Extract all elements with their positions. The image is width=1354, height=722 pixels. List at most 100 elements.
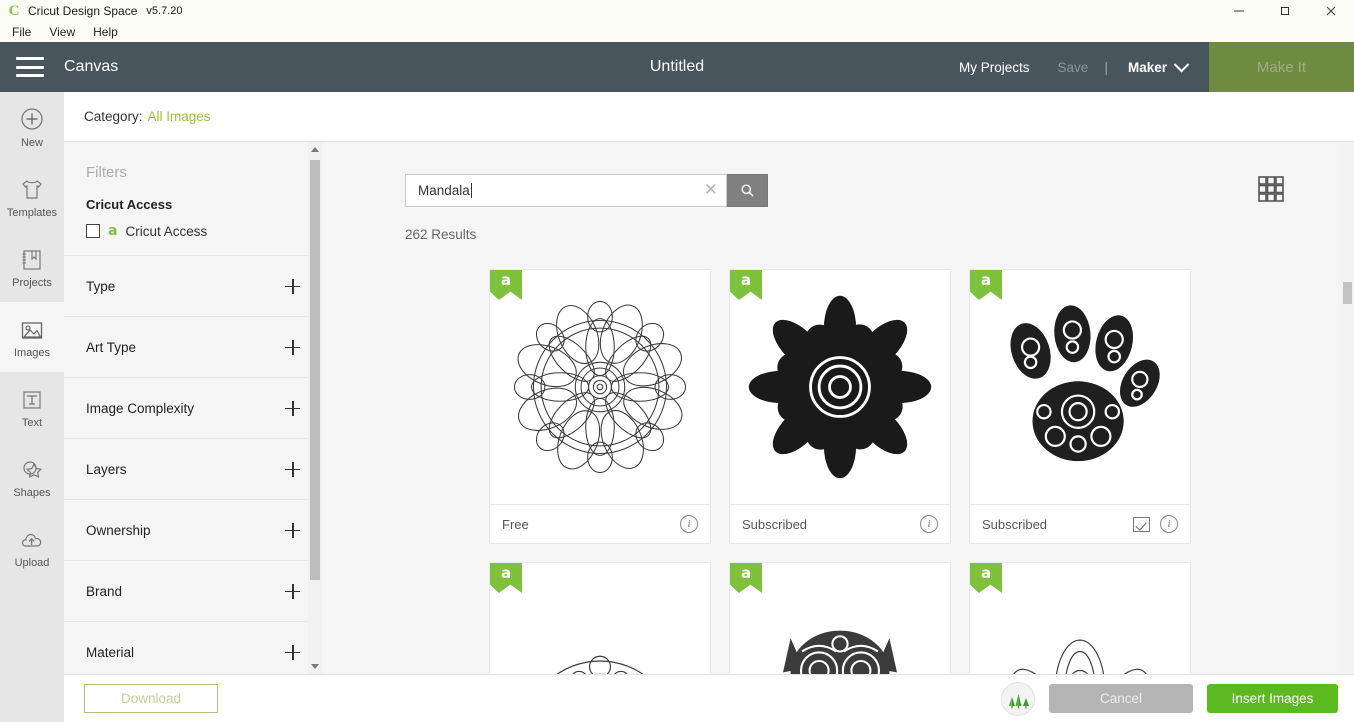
sidebar-item-upload[interactable]: Upload bbox=[0, 512, 64, 582]
image-thumbnail[interactable] bbox=[490, 563, 710, 674]
image-card-footer: Subscribed i bbox=[730, 504, 950, 543]
minimize-icon[interactable] bbox=[1216, 0, 1262, 22]
plus-icon[interactable] bbox=[285, 522, 300, 538]
mandala-bold-flower-art bbox=[748, 295, 932, 479]
sidebar-item-images[interactable]: Images bbox=[0, 302, 64, 372]
save-button[interactable]: Save bbox=[1044, 60, 1103, 75]
plus-icon[interactable] bbox=[285, 644, 300, 660]
sidebar-item-text[interactable]: Text bbox=[0, 372, 64, 442]
footer-bar: Download Cancel Insert Images bbox=[64, 674, 1354, 722]
filter-group-ownership[interactable]: Ownership bbox=[64, 500, 322, 561]
canvas-label[interactable]: Canvas bbox=[64, 58, 118, 76]
image-card[interactable]: a bbox=[729, 562, 951, 674]
filter-group-material[interactable]: Material bbox=[64, 622, 322, 674]
sidebar-item-label: New bbox=[20, 136, 43, 149]
sidebar-item-shapes[interactable]: Shapes bbox=[0, 442, 64, 512]
scroll-arrow-up-icon[interactable] bbox=[311, 147, 319, 152]
image-thumbnail[interactable] bbox=[970, 270, 1190, 504]
filter-group-brand[interactable]: Brand bbox=[64, 561, 322, 622]
image-thumbnail[interactable] bbox=[970, 563, 1190, 674]
status-badge: Free bbox=[502, 516, 529, 532]
insert-images-button[interactable]: Insert Images bbox=[1207, 684, 1338, 713]
plus-icon[interactable] bbox=[285, 339, 300, 355]
filter-group-label: Brand bbox=[86, 583, 123, 599]
filters-scrollbar[interactable] bbox=[308, 142, 322, 674]
image-card[interactable]: a bbox=[969, 269, 1191, 544]
close-x-icon[interactable]: ✕ bbox=[704, 182, 718, 199]
filters-scrollbar-thumb[interactable] bbox=[310, 160, 320, 580]
selected-image-thumbnail[interactable] bbox=[1001, 681, 1035, 716]
sidebar-item-projects[interactable]: Projects bbox=[0, 232, 64, 302]
image-card[interactable]: a bbox=[489, 562, 711, 674]
plus-icon[interactable] bbox=[285, 278, 300, 294]
sidebar-item-templates[interactable]: Templates bbox=[0, 162, 64, 232]
search-input[interactable]: Mandala ✕ bbox=[405, 174, 727, 207]
image-card[interactable]: a bbox=[489, 269, 711, 544]
info-icon[interactable]: i bbox=[680, 515, 698, 533]
cricut-access-checkbox-row[interactable]: a Cricut Access bbox=[86, 223, 300, 239]
menu-view[interactable]: View bbox=[41, 23, 83, 41]
search-row: Mandala ✕ bbox=[405, 174, 768, 207]
download-button[interactable]: Download bbox=[84, 684, 218, 713]
header-actions: My Projects Save | Maker Make It bbox=[945, 42, 1354, 92]
image-thumbnail[interactable] bbox=[730, 563, 950, 674]
menu-file[interactable]: File bbox=[4, 23, 39, 41]
image-card[interactable]: a bbox=[729, 269, 951, 544]
mandala-petal-art bbox=[1011, 639, 1149, 674]
menu-bar: File View Help bbox=[0, 22, 1354, 42]
machine-label: Maker bbox=[1127, 59, 1167, 75]
filters-panel: Filters Cricut Access a Cricut Access Ty… bbox=[64, 142, 322, 674]
info-icon[interactable]: i bbox=[920, 515, 938, 533]
filter-group-label: Type bbox=[86, 278, 116, 294]
filter-group-label: Layers bbox=[86, 461, 127, 477]
image-card-footer: Free i bbox=[490, 504, 710, 543]
image-thumbnail[interactable] bbox=[490, 270, 710, 504]
cloud-upload-icon bbox=[21, 533, 42, 547]
filter-group-heading: Cricut Access bbox=[86, 197, 173, 212]
grid-view-icon[interactable] bbox=[1256, 174, 1286, 204]
title-bar: C Cricut Design Space v5.7.20 bbox=[0, 0, 1354, 22]
my-projects-button[interactable]: My Projects bbox=[945, 60, 1044, 75]
filter-group-type[interactable]: Type bbox=[64, 256, 322, 317]
cricut-access-checkbox[interactable] bbox=[86, 224, 100, 238]
info-icon[interactable]: i bbox=[1160, 515, 1178, 533]
results-scrollbar[interactable] bbox=[1340, 142, 1354, 674]
plus-icon[interactable] bbox=[285, 583, 300, 599]
chevron-down-icon bbox=[1173, 56, 1190, 72]
left-tool-rail: New Templates Projects Images Text Shape… bbox=[0, 92, 64, 722]
image-results-panel: Mandala ✕ 262 Results a Free i a Subscri… bbox=[322, 142, 1354, 674]
filter-group-layers[interactable]: Layers bbox=[64, 439, 322, 500]
machine-selector[interactable]: Maker bbox=[1110, 56, 1199, 75]
app-window: C Cricut Design Space v5.7.20 File View … bbox=[0, 0, 1354, 722]
search-icon bbox=[740, 184, 754, 197]
cricut-c-logo-icon: C bbox=[8, 3, 20, 19]
search-button[interactable] bbox=[727, 174, 768, 207]
close-icon[interactable] bbox=[1308, 0, 1354, 22]
sidebar-item-new[interactable]: New bbox=[0, 92, 64, 162]
filter-group-art-type[interactable]: Art Type bbox=[64, 317, 322, 378]
filter-group-image-complexity[interactable]: Image Complexity bbox=[64, 378, 322, 439]
filter-group-label: Image Complexity bbox=[86, 400, 195, 416]
plus-icon[interactable] bbox=[285, 400, 300, 416]
category-value-link[interactable]: All Images bbox=[148, 109, 211, 124]
sidebar-item-label: Text bbox=[21, 416, 43, 429]
mandala-arch-art bbox=[556, 655, 644, 674]
menu-help[interactable]: Help bbox=[85, 23, 126, 41]
tshirt-icon bbox=[22, 179, 42, 199]
hamburger-icon[interactable] bbox=[16, 57, 44, 77]
maximize-icon[interactable] bbox=[1262, 0, 1308, 22]
shapes-star-icon bbox=[23, 460, 42, 478]
cancel-button[interactable]: Cancel bbox=[1049, 684, 1193, 713]
filter-group-label: Ownership bbox=[86, 522, 151, 538]
make-it-button[interactable]: Make It bbox=[1209, 42, 1354, 92]
text-caret bbox=[470, 183, 472, 198]
results-count: 262 Results bbox=[405, 227, 477, 242]
mandala-flower-art bbox=[513, 300, 687, 474]
plus-icon[interactable] bbox=[285, 461, 300, 477]
notebook-icon bbox=[22, 249, 41, 270]
checkbox-checked-icon[interactable] bbox=[1133, 516, 1150, 532]
image-thumbnail[interactable] bbox=[730, 270, 950, 504]
results-scrollbar-thumb[interactable] bbox=[1343, 282, 1352, 304]
scroll-arrow-down-icon[interactable] bbox=[311, 664, 319, 669]
image-card[interactable]: a bbox=[969, 562, 1191, 674]
